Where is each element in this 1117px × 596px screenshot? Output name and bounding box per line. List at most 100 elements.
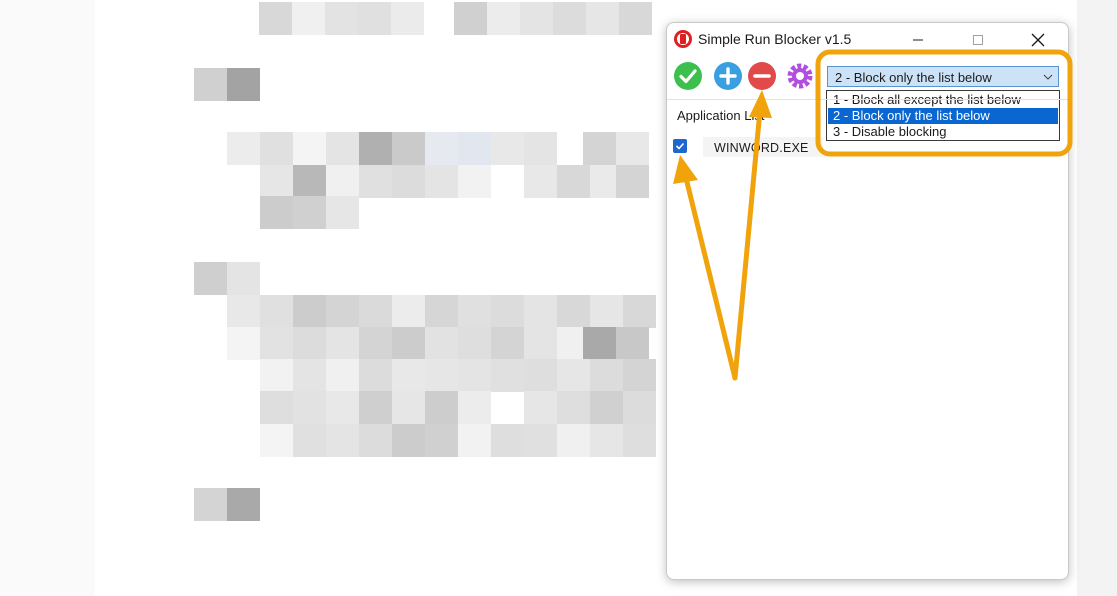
background-pixel: [524, 295, 557, 328]
background-pixel: [260, 391, 293, 424]
background-pixel: [623, 424, 656, 457]
background-pixel: [583, 132, 616, 165]
background-pixel: [260, 295, 293, 328]
simple-run-blocker-window: Simple Run Blocker v1.5 2 - Block only t…: [666, 22, 1069, 580]
background-pixel: [458, 424, 491, 457]
background-pixel: [425, 132, 458, 165]
background-pixel: [524, 359, 557, 392]
background-pixel: [326, 424, 359, 457]
background-pixel: [260, 132, 293, 165]
background-pixel: [616, 327, 649, 360]
background-pixel: [454, 2, 487, 35]
background-pixel: [358, 2, 391, 35]
background-pixel: [524, 132, 557, 165]
background-pixel: [524, 424, 557, 457]
mode-option-3[interactable]: 3 - Disable blocking: [828, 124, 1058, 140]
application-list-header: Application List: [677, 108, 765, 123]
background-pixel: [524, 327, 557, 360]
background-pixel: [392, 132, 425, 165]
background-pixel: [359, 359, 392, 392]
background-pixel: [227, 68, 260, 101]
gear-icon: [787, 63, 813, 89]
background-pixel: [260, 424, 293, 457]
background-pixel: [293, 327, 326, 360]
background-pixel: [458, 165, 491, 198]
add-button[interactable]: [713, 61, 743, 91]
background-pixel: [557, 165, 590, 198]
background-pixel: [623, 359, 656, 392]
window-title: Simple Run Blocker v1.5: [698, 31, 852, 47]
apply-button[interactable]: [673, 61, 703, 91]
chevron-down-icon: [1043, 74, 1053, 80]
background-pixel: [491, 424, 524, 457]
background-pixel: [553, 2, 586, 35]
background-pixel: [227, 295, 260, 328]
background-pixel: [392, 391, 425, 424]
background-pixel: [326, 327, 359, 360]
background-pixel: [520, 2, 553, 35]
settings-button[interactable]: [785, 61, 815, 91]
background-pixel: [491, 327, 524, 360]
background-pixel: [326, 132, 359, 165]
background-pixel: [260, 327, 293, 360]
background-left-strip: [0, 0, 95, 596]
background-pixel: [458, 359, 491, 392]
background-pixel: [425, 295, 458, 328]
background-pixel: [619, 2, 652, 35]
blocking-mode-select[interactable]: 2 - Block only the list below: [827, 66, 1059, 87]
background-pixel: [590, 391, 623, 424]
background-pixel: [194, 262, 227, 295]
maximize-icon: [973, 35, 983, 45]
background-pixel: [392, 424, 425, 457]
background-pixel: [425, 165, 458, 198]
background-pixel: [491, 295, 524, 328]
background-pixel: [194, 68, 227, 101]
background-pixel: [392, 327, 425, 360]
background-pixel: [359, 165, 392, 198]
background-pixel: [557, 424, 590, 457]
background-pixel: [590, 424, 623, 457]
minimize-icon: [913, 39, 923, 41]
background-pixel: [491, 359, 524, 392]
background-pixel: [293, 391, 326, 424]
background-pixel: [260, 165, 293, 198]
mode-option-1[interactable]: 1 - Block all except the list below: [828, 92, 1058, 108]
background-pixel: [326, 165, 359, 198]
background-pixel: [458, 132, 491, 165]
background-pixel: [425, 391, 458, 424]
background-pixel: [227, 327, 260, 360]
title-bar[interactable]: Simple Run Blocker v1.5: [667, 23, 1068, 55]
background-pixel: [260, 196, 293, 229]
background-pixel: [425, 424, 458, 457]
background-pixel: [326, 295, 359, 328]
close-button[interactable]: [1021, 27, 1055, 53]
toolbar-divider: [667, 99, 1068, 100]
background-pixel: [326, 391, 359, 424]
mode-option-2[interactable]: 2 - Block only the list below: [828, 108, 1058, 124]
background-pixel: [458, 391, 491, 424]
list-item-checkbox[interactable]: [673, 139, 687, 153]
list-item-name: WINWORD.EXE: [714, 141, 809, 155]
background-pixel: [392, 165, 425, 198]
app-logo-icon: [674, 30, 692, 48]
background-pixel: [392, 359, 425, 392]
remove-button[interactable]: [747, 61, 777, 91]
background-pixel: [325, 2, 358, 35]
background-pixel: [391, 2, 424, 35]
background-pixel: [293, 295, 326, 328]
maximize-button[interactable]: [961, 27, 995, 53]
background-right-strip: [1077, 0, 1117, 596]
background-pixel: [616, 165, 649, 198]
background-pixel: [524, 165, 557, 198]
blocking-mode-selected: 2 - Block only the list below: [835, 70, 992, 85]
background-pixel: [458, 327, 491, 360]
background-pixel: [293, 165, 326, 198]
background-pixel: [425, 359, 458, 392]
background-pixel: [623, 295, 656, 328]
background-pixel: [359, 327, 392, 360]
background-pixel: [458, 295, 491, 328]
minimize-button[interactable]: [901, 27, 935, 53]
background-pixel: [227, 132, 260, 165]
background-pixel: [557, 295, 590, 328]
background-pixel: [524, 391, 557, 424]
